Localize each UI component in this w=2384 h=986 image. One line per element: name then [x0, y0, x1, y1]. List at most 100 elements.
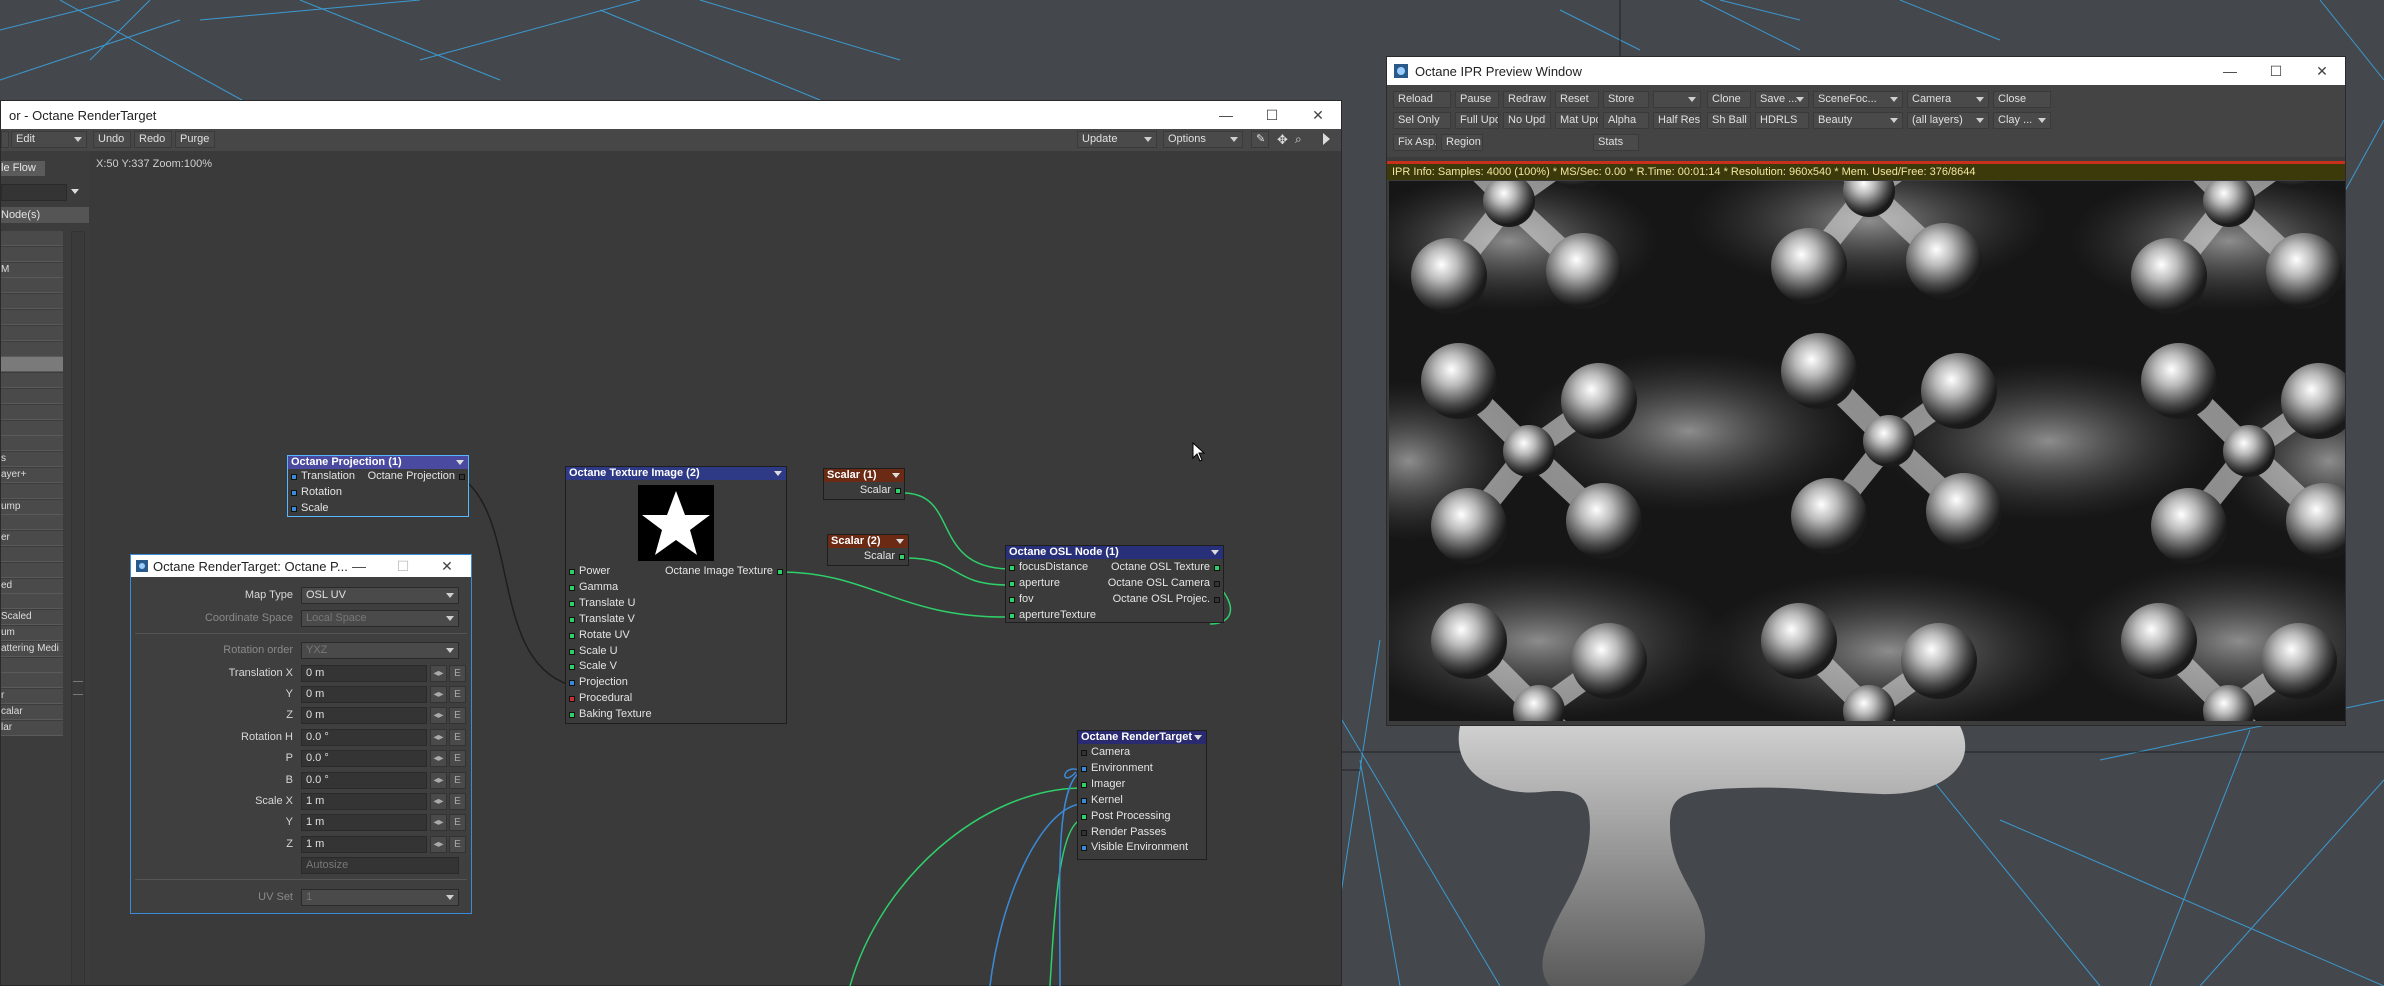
port-icon[interactable] [1081, 781, 1087, 788]
ipr-button[interactable]: Fix Asp. [1393, 134, 1437, 151]
property-value-field[interactable]: 0 m [301, 686, 427, 703]
input-row[interactable]: Procedural [566, 691, 786, 707]
property-value-field[interactable]: OSL UV [301, 587, 459, 604]
input-row[interactable]: Render Passes [1078, 825, 1206, 841]
input-row[interactable]: Scale U [566, 644, 786, 660]
minimize-icon[interactable]: — [339, 555, 379, 577]
input-row[interactable]: Baking Texture [566, 707, 786, 723]
input-row[interactable]: Power Octane Image Texture [566, 564, 786, 580]
input-scale[interactable]: Scale [288, 501, 468, 517]
input-row[interactable]: focusDistance Octane OSL Texture [1006, 560, 1223, 576]
output-scalar[interactable]: Scalar [824, 483, 904, 499]
property-value-field[interactable]: 0 m [301, 665, 427, 682]
slider-arrows-icon[interactable]: ◂▸ [430, 665, 447, 682]
ipr-button[interactable]: Store [1603, 91, 1649, 108]
property-value-field[interactable]: 0.0 ° [301, 772, 427, 789]
ipr-button[interactable]: Pause [1455, 91, 1499, 108]
slider-arrows-icon[interactable]: ◂▸ [430, 772, 447, 789]
minimize-icon[interactable]: — [2207, 57, 2253, 85]
input-translation[interactable]: Translation Octane Projection [288, 469, 468, 485]
close-icon[interactable]: ✕ [427, 555, 467, 577]
slider-arrows-icon[interactable]: ◂▸ [430, 836, 447, 853]
maximize-icon[interactable]: ☐ [383, 555, 423, 577]
property-value-field[interactable]: Autosize [301, 857, 459, 874]
node-octane-projection[interactable]: Octane Projection (1) Translation Octane … [287, 455, 469, 517]
ipr-button[interactable]: Stats [1593, 134, 1639, 151]
ipr-button[interactable]: Sh Ball [1707, 112, 1751, 129]
port-icon[interactable] [1009, 565, 1015, 571]
envelope-button[interactable]: E [449, 707, 466, 724]
port-icon[interactable] [569, 712, 575, 719]
envelope-button[interactable]: E [449, 729, 466, 746]
input-row[interactable]: Projection [566, 675, 786, 691]
input-row[interactable]: Kernel [1078, 793, 1206, 809]
ipr-button[interactable]: SceneFoc... [1813, 91, 1903, 108]
ipr-button[interactable]: Save ... [1755, 91, 1809, 108]
port-icon[interactable] [1081, 829, 1087, 836]
input-row[interactable]: aperture Octane OSL Camera [1006, 576, 1223, 592]
slider-arrows-icon[interactable]: ◂▸ [430, 686, 447, 703]
ipr-button[interactable]: Sel Only [1393, 112, 1451, 129]
ipr-button[interactable]: Full Upd. [1455, 112, 1499, 129]
ipr-button[interactable]: Beauty [1813, 112, 1903, 129]
envelope-button[interactable]: E [449, 772, 466, 789]
port-icon[interactable] [1214, 565, 1220, 571]
property-value-field[interactable]: 0 m [301, 707, 427, 724]
input-row[interactable]: Camera [1078, 745, 1206, 761]
port-icon[interactable] [569, 600, 575, 607]
envelope-button[interactable]: E [449, 665, 466, 682]
ipr-button[interactable] [1653, 91, 1701, 108]
port-icon[interactable] [1009, 580, 1015, 587]
port-icon[interactable] [895, 488, 901, 494]
ipr-button[interactable]: HDRLS [1755, 112, 1809, 129]
port-icon[interactable] [291, 474, 297, 480]
port-icon[interactable] [1214, 596, 1220, 603]
node-octane-texture-image[interactable]: Octane Texture Image (2) Power Octane Ima… [565, 466, 787, 724]
input-row[interactable]: Scale V [566, 659, 786, 675]
port-icon[interactable] [899, 554, 905, 560]
port-icon[interactable] [569, 569, 575, 575]
slider-arrows-icon[interactable]: ◂▸ [430, 793, 447, 810]
ipr-titlebar[interactable]: Octane IPR Preview Window — ☐ ✕ [1387, 57, 2345, 85]
port-icon[interactable] [569, 648, 575, 655]
ipr-button[interactable]: Clay ... [1993, 112, 2051, 129]
envelope-button[interactable]: E [449, 793, 466, 810]
ipr-button[interactable]: Redraw [1503, 91, 1551, 108]
ipr-button[interactable]: Half Res [1653, 112, 1701, 129]
input-row[interactable]: Environment [1078, 761, 1206, 777]
close-icon[interactable]: ✕ [2299, 57, 2345, 85]
ipr-button[interactable]: Close [1993, 91, 2051, 108]
port-icon[interactable] [1081, 765, 1087, 772]
slider-arrows-icon[interactable]: ◂▸ [430, 750, 447, 767]
input-row[interactable]: Imager [1078, 777, 1206, 793]
port-icon[interactable] [1009, 612, 1015, 619]
properties-titlebar[interactable]: Octane RenderTarget: Octane P... — ☐ ✕ [131, 555, 471, 577]
ipr-button[interactable]: Reload [1393, 91, 1451, 108]
node-scalar-2[interactable]: Scalar (2) Scalar [827, 534, 909, 566]
input-rotation[interactable]: Rotation [288, 485, 468, 501]
port-icon[interactable] [1214, 580, 1220, 587]
maximize-icon[interactable]: ☐ [2253, 57, 2299, 85]
property-value-field[interactable]: 1 m [301, 814, 427, 831]
property-value-field[interactable]: 1 m [301, 793, 427, 810]
ipr-button[interactable]: Reset [1555, 91, 1599, 108]
port-icon[interactable] [291, 490, 297, 496]
input-row[interactable]: apertureTexture [1006, 608, 1223, 624]
node-scalar-1[interactable]: Scalar (1) Scalar [823, 468, 905, 500]
property-value-field[interactable]: 0.0 ° [301, 750, 427, 767]
envelope-button[interactable]: E [449, 750, 466, 767]
property-value-field[interactable]: 1 [301, 889, 459, 906]
node-octane-rendertarget[interactable]: Octane RenderTarget Camera Environment Ima… [1077, 730, 1207, 860]
port-icon[interactable] [569, 584, 575, 591]
input-row[interactable]: Gamma [566, 580, 786, 596]
slider-arrows-icon[interactable]: ◂▸ [430, 814, 447, 831]
slider-arrows-icon[interactable]: ◂▸ [430, 729, 447, 746]
input-row[interactable]: Rotate UV [566, 628, 786, 644]
port-icon[interactable] [459, 474, 465, 480]
port-icon[interactable] [1009, 596, 1015, 603]
input-row[interactable]: fov Octane OSL Projec. [1006, 592, 1223, 608]
port-icon[interactable] [569, 664, 575, 671]
port-icon[interactable] [777, 569, 783, 575]
port-icon[interactable] [569, 696, 575, 703]
ipr-button[interactable]: Region [1441, 134, 1483, 151]
